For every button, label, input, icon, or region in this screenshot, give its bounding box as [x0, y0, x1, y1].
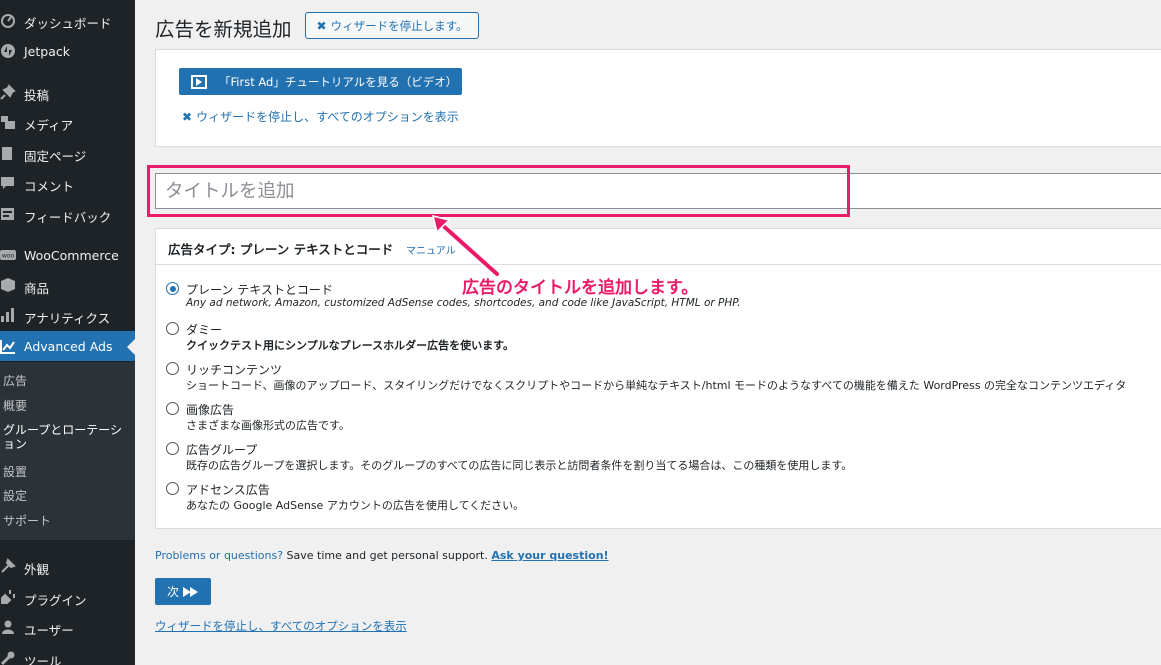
feedback-icon — [1, 208, 14, 220]
sidebar-item-feedback[interactable]: フィードバック — [0, 199, 135, 229]
sidebar-item-label: ダッシュボード — [24, 16, 112, 31]
next-label: 次 — [166, 585, 179, 599]
sidebar-item-label: WooCommerce — [24, 248, 119, 263]
next-button[interactable]: 次 — [155, 578, 211, 605]
sidebar-item-advanced-ads[interactable]: Advanced Ads — [0, 331, 135, 361]
option-label: リッチコンテンツ — [186, 363, 283, 377]
option-label: ダミー — [186, 323, 223, 337]
woo-icon: woo — [0, 250, 16, 260]
option-description: 既存の広告グループを選択します。そのグループのすべての広告に同じ表示と訪問者条件… — [186, 459, 853, 472]
sidebar-item-media[interactable]: メディア — [0, 107, 135, 137]
sidebar-item-label: メディア — [24, 118, 74, 133]
option-description: Any ad network, Amazon, customized AdSen… — [186, 297, 741, 309]
sidebar-item-label: ユーザー — [24, 623, 74, 638]
svg-text:woo: woo — [2, 253, 15, 260]
option-label: プレーン テキストとコード — [186, 283, 333, 297]
sidebar-item-appearance[interactable]: 外観 — [0, 551, 135, 581]
option-description: さまざまな画像形式の広告です。 — [186, 419, 350, 432]
ad-type-heading: 広告タイプ: プレーン テキストとコード — [168, 242, 394, 257]
support-text: Save time and get personal support. — [283, 549, 492, 562]
option-description: あなたの Google AdSense アカウントの広告を使用してください。 — [186, 499, 525, 512]
sidebar-item-woocommerce[interactable]: woo WooCommerce — [0, 240, 135, 270]
sidebar-item-label: ツール — [24, 654, 62, 665]
media-icon — [1, 116, 15, 129]
sidebar-item-label: アナリティクス — [24, 311, 111, 326]
sidebar-item-label: 投稿 — [24, 88, 50, 103]
support-line: Problems or questions? Save time and get… — [155, 549, 609, 562]
comment-icon — [1, 177, 14, 189]
close-icon: ✖ — [182, 110, 193, 124]
sidebar-item-label: プラグイン — [24, 593, 87, 608]
page-title: 広告を新規追加 — [155, 18, 292, 41]
tutorial-button-label: 「First Ad」チュートリアルを見る（ビデオ） — [219, 74, 458, 89]
sidebar-item-tools[interactable]: ツール — [0, 643, 135, 665]
tutorial-video-button[interactable]: 「First Ad」チュートリアルを見る（ビデオ） — [179, 68, 462, 95]
sidebar-item-comments[interactable]: コメント — [0, 168, 135, 198]
fast-forward-icon — [183, 586, 198, 597]
sidebar-item-plugins[interactable]: プラグイン — [0, 582, 135, 612]
sidebar-item-label: 固定ページ — [24, 149, 87, 164]
radio-dummy[interactable] — [166, 322, 179, 335]
panel-divider — [156, 264, 1161, 265]
sidebar-item-label: フィードバック — [24, 210, 112, 225]
stop-wizard-link-label: ウィザードを停止し、すべてのオプションを表示 — [196, 110, 459, 124]
submenu-item-support[interactable]: サポート — [3, 514, 131, 528]
option-label: 広告グループ — [186, 443, 258, 457]
tools-icon — [0, 651, 15, 665]
submenu-item-settings[interactable]: 設定 — [3, 489, 131, 503]
sidebar-item-analytics[interactable]: アナリティクス — [0, 300, 135, 330]
user-icon — [2, 620, 14, 634]
radio-rich-content[interactable] — [166, 362, 179, 375]
annotation-callout: 広告のタイトルを追加します。 — [462, 278, 699, 298]
close-icon: ✖ — [316, 18, 327, 33]
page-icon — [2, 147, 12, 160]
manual-link[interactable]: マニュアル — [406, 242, 456, 257]
sidebar-item-posts[interactable]: 投稿 — [0, 77, 135, 107]
stop-wizard-bottom-link[interactable]: ウィザードを停止し、すべてのオプションを表示 — [155, 618, 407, 634]
submenu-item-groups[interactable]: グループとローテーション — [3, 423, 131, 451]
stop-wizard-show-options-link[interactable]: ✖ ウィザードを停止し、すべてのオプションを表示 — [182, 108, 459, 125]
sidebar-item-label: 外観 — [24, 562, 50, 577]
support-question: Problems or questions? — [155, 549, 284, 562]
sidebar-item-products[interactable]: 商品 — [0, 270, 135, 300]
sidebar-item-dashboard[interactable]: ダッシュボード — [0, 5, 135, 35]
sidebar-item-label: Jetpack — [24, 44, 70, 59]
sidebar-item-label: Advanced Ads — [24, 339, 113, 354]
sidebar-item-users[interactable]: ユーザー — [0, 612, 135, 642]
tutorial-box: 「First Ad」チュートリアルを見る（ビデオ） ✖ ウィザードを停止し、すべて… — [155, 49, 1161, 147]
radio-plain[interactable] — [166, 282, 179, 295]
radio-group[interactable] — [166, 442, 179, 455]
radio-adsense[interactable] — [166, 482, 179, 495]
jetpack-icon — [1, 44, 15, 58]
option-label: アドセンス広告 — [186, 483, 270, 497]
sidebar-item-jetpack[interactable]: Jetpack — [0, 36, 135, 66]
sidebar-item-pages[interactable]: 固定ページ — [0, 138, 135, 168]
submenu-item-placements[interactable]: 設置 — [3, 465, 131, 479]
submenu-item-ads[interactable]: 広告 — [3, 374, 131, 388]
dashboard-icon — [1, 14, 15, 28]
option-description: クイックテスト用にシンプルなプレースホルダー広告を使います。 — [186, 339, 515, 352]
video-play-icon — [191, 74, 207, 89]
appearance-icon — [1, 558, 16, 573]
bar-chart-icon — [1, 308, 14, 322]
submenu-item-overview[interactable]: 概要 — [3, 399, 131, 413]
option-label: 画像広告 — [186, 403, 235, 417]
active-indicator — [127, 339, 135, 355]
stop-wizard-label: ウィザードを停止します。 — [330, 18, 468, 33]
stop-wizard-button[interactable]: ✖ ウィザードを停止します。 — [305, 12, 479, 39]
option-description: ショートコード、画像のアップロード、スタイリングだけでなくスクリプトやコードから… — [186, 379, 1127, 392]
sidebar-item-label: コメント — [24, 179, 75, 194]
box-icon — [1, 278, 15, 292]
ad-title-input[interactable] — [155, 173, 1161, 209]
sidebar-item-label: 商品 — [24, 281, 50, 296]
ask-question-link[interactable]: Ask your question! — [491, 549, 608, 562]
radio-image[interactable] — [166, 402, 179, 415]
admin-sidebar: ダッシュボード Jetpack 投稿 メディア 固定ページ コメント フィードバ… — [0, 0, 135, 665]
plugin-icon — [1, 590, 15, 604]
advanced-ads-icon — [0, 340, 15, 354]
advanced-ads-submenu: 広告 概要 グループとローテーション 設置 設定 サポート — [0, 362, 135, 540]
pushpin-icon — [0, 84, 16, 100]
